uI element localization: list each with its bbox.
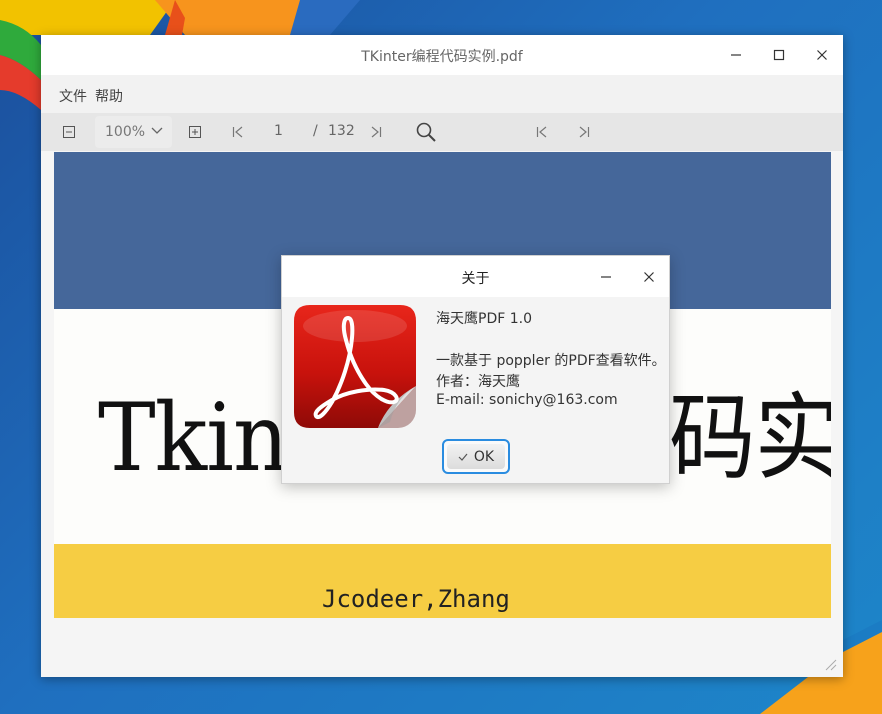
app-email-text: E-mail: sonichy@163.com [436,392,618,408]
close-button[interactable] [807,43,837,67]
zoom-out-icon [63,126,75,138]
last-page-button[interactable] [367,123,385,141]
total-pages: 132 [328,123,355,139]
resize-grip-icon[interactable] [823,657,837,671]
acrobat-logo-icon [294,305,416,428]
last-page-icon [579,126,590,138]
ok-label: OK [473,448,495,465]
first-page-button[interactable] [229,123,247,141]
current-page-input[interactable]: 1 [274,123,283,139]
minimize-icon [601,276,611,278]
zoom-select[interactable]: 100% [95,116,172,148]
menubar: 文件 帮助 [41,75,843,113]
dialog-titlebar[interactable]: 关于 [282,256,669,297]
first-page-icon [232,126,243,138]
app-description-text: 一款基于 poppler 的PDF查看软件。 [436,353,666,369]
zoom-out-button[interactable] [60,123,78,141]
search-previous-button[interactable] [533,123,551,141]
close-icon [644,272,654,282]
maximize-button[interactable] [764,43,794,67]
statusbar [41,618,843,677]
zoom-in-icon [189,126,201,138]
app-name-text: 海天鹰PDF 1.0 [436,311,532,327]
last-page-icon [371,126,382,138]
check-icon [458,453,468,461]
window-titlebar[interactable]: TKinter编程代码实例.pdf [41,35,843,75]
menu-help[interactable]: 帮助 [95,86,123,106]
zoom-in-button[interactable] [186,123,204,141]
search-icon [416,122,436,142]
menu-file[interactable]: 文件 [59,86,87,106]
ok-button-face: OK [447,444,505,469]
toolbar: 100% 1 / 132 [41,113,843,151]
first-page-icon [536,126,547,138]
ok-button[interactable]: OK [442,439,510,474]
chevron-down-icon [151,127,163,134]
minimize-button[interactable] [721,43,751,67]
dialog-close-button[interactable] [636,265,662,289]
search-next-button[interactable] [575,123,593,141]
search-button[interactable] [415,121,437,143]
app-author-text: 作者：海天鹰 [436,374,520,390]
maximize-icon [773,49,785,61]
minimize-icon [731,54,741,56]
zoom-value: 100% [105,124,146,140]
dialog-minimize-button[interactable] [593,265,619,289]
about-dialog: 关于 海天鹰PDF 1.0 一款基于 poppler 的PDF查看软件。 作者：… [281,255,670,484]
page-separator: / [313,123,318,139]
close-icon [817,50,827,60]
pdf-author-text: Jcodeer,Zhang [322,585,510,613]
